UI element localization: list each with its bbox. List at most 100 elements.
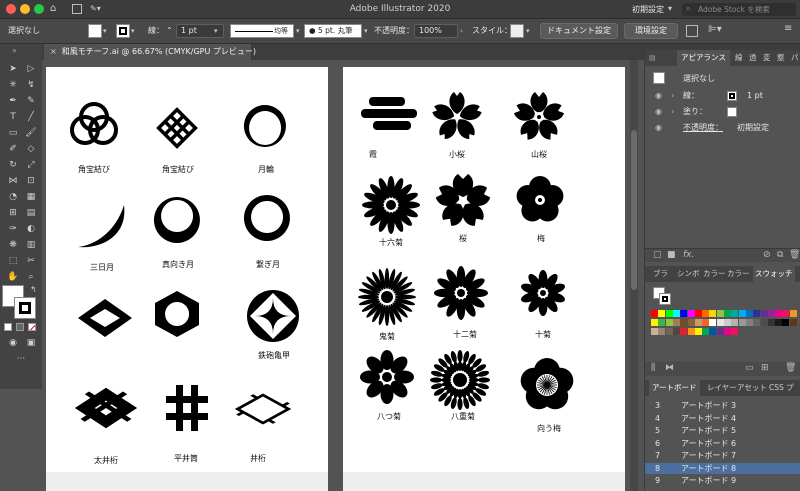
perspective-grid-tool-icon[interactable]: ▦ xyxy=(24,191,38,204)
tab-brushes[interactable]: ブラ xyxy=(653,266,668,282)
swatch-chip[interactable] xyxy=(687,310,695,317)
swatch-chip[interactable] xyxy=(702,328,710,335)
appearance-fill-row[interactable]: ◉ › 塗り： xyxy=(645,104,800,119)
draw-mode-icon[interactable]: ◉ xyxy=(6,337,20,350)
swatch-chip[interactable] xyxy=(702,319,710,326)
swatch-chip[interactable] xyxy=(709,310,717,317)
eye-icon[interactable]: ◉ xyxy=(655,104,662,119)
swatch-chip[interactable] xyxy=(694,319,702,326)
panel-menu-icon[interactable]: ≡ xyxy=(784,23,792,34)
stroke-row-value[interactable]: 1 pt xyxy=(747,88,763,103)
document-setup-button[interactable]: ドキュメント設定 xyxy=(540,23,618,39)
style-chevron-icon[interactable]: ▾ xyxy=(526,27,530,35)
swatch-chip[interactable] xyxy=(658,328,666,335)
tab-artboards[interactable]: アートボード xyxy=(649,380,700,396)
stock-search-input[interactable]: Adobe Stock を検索 xyxy=(682,3,796,16)
rectangle-tool-icon[interactable]: ▭ xyxy=(6,127,20,140)
eye-icon[interactable]: ◉ xyxy=(655,120,662,135)
fill-row-swatch[interactable] xyxy=(727,107,737,117)
tab-transparency[interactable]: 透 xyxy=(749,50,757,66)
library-icon[interactable]: ⫼ xyxy=(651,363,655,373)
width-tool-icon[interactable]: ⋈ xyxy=(6,175,20,188)
line-tool-icon[interactable]: ╱ xyxy=(24,111,38,124)
swatch-chip[interactable] xyxy=(680,319,688,326)
swatch-chip[interactable] xyxy=(672,310,680,317)
swatch-chip[interactable] xyxy=(782,319,790,326)
rotate-tool-icon[interactable]: ↻ xyxy=(6,159,20,172)
eye-icon[interactable]: ◉ xyxy=(655,88,662,103)
swatch-chip[interactable] xyxy=(760,310,768,317)
tab-color-guide[interactable]: カラー xyxy=(727,266,750,282)
artboard-list-row[interactable]: 6 アートボード 6 xyxy=(645,438,800,449)
tab-pathfinder[interactable]: パ xyxy=(791,50,799,66)
opacity-row-label[interactable]: 不透明度： xyxy=(683,120,723,135)
swatch-chip[interactable] xyxy=(745,310,753,317)
swatch-chip[interactable] xyxy=(672,319,680,326)
screen-mode-icon[interactable]: ▣ xyxy=(24,337,38,350)
swatch-chip[interactable] xyxy=(680,328,688,335)
tab-symbols[interactable]: シンボ xyxy=(677,266,700,282)
swatch-chip[interactable] xyxy=(651,310,658,317)
mesh-tool-icon[interactable]: ⊞ xyxy=(6,207,20,220)
swatch-chip[interactable] xyxy=(731,319,739,326)
new-fill-icon[interactable]: ■ xyxy=(667,250,676,260)
minimize-window-button[interactable] xyxy=(20,4,30,14)
gradient-mode-icon[interactable] xyxy=(16,323,24,331)
swatch-chip[interactable] xyxy=(709,319,717,326)
eyedropper-tool-icon[interactable]: ✑ xyxy=(6,223,20,236)
expand-chevron-icon[interactable]: › xyxy=(671,104,674,119)
swatch-chip[interactable] xyxy=(731,310,739,317)
pen-tool-icon[interactable]: ✒ xyxy=(6,95,20,108)
tab-appearance[interactable]: アピアランス xyxy=(677,50,730,66)
close-tab-icon[interactable]: × xyxy=(50,47,57,56)
stroke-color-box[interactable] xyxy=(14,297,36,319)
home-icon[interactable]: ⌂ xyxy=(50,3,56,14)
artboard-list-row[interactable]: 9 アートボード 9 xyxy=(645,475,800,486)
swatch-chip[interactable] xyxy=(767,310,775,317)
curvature-tool-icon[interactable]: ✎ xyxy=(24,95,38,108)
swatch-chip[interactable] xyxy=(716,319,724,326)
stroke-swatch[interactable] xyxy=(116,24,130,38)
none-mode-icon[interactable] xyxy=(28,323,36,331)
swatch-chip[interactable] xyxy=(658,310,666,317)
appearance-opacity-row[interactable]: ◉ 不透明度： 初期設定 xyxy=(645,120,800,135)
swatch-chip[interactable] xyxy=(716,328,724,335)
paintbrush-tool-icon[interactable]: 🖌 xyxy=(24,127,38,140)
selection-tool-icon[interactable]: ➤ xyxy=(6,63,20,76)
lasso-tool-icon[interactable]: ↯ xyxy=(24,79,38,92)
appearance-stroke-row[interactable]: ◉ › 線： 1 pt xyxy=(645,88,800,103)
swatch-chip[interactable] xyxy=(753,310,761,317)
swatch-chip[interactable] xyxy=(738,319,746,326)
shaper-tool-icon[interactable]: ✐ xyxy=(6,143,20,156)
stroke-weight-chevron-icon[interactable]: ▾ xyxy=(214,27,218,35)
swatch-chip[interactable] xyxy=(789,310,797,317)
brush-chevron-icon[interactable]: ▾ xyxy=(364,27,368,35)
swatch-chip[interactable] xyxy=(731,328,739,335)
swatch-chip[interactable] xyxy=(651,319,658,326)
stroke-row-swatch[interactable] xyxy=(727,91,737,101)
free-transform-tool-icon[interactable]: ⊡ xyxy=(24,175,38,188)
swatch-chip[interactable] xyxy=(687,328,695,335)
vertical-scrollbar[interactable] xyxy=(630,60,638,491)
tab-swatches[interactable]: スウォッチ xyxy=(753,266,795,282)
artboard-2[interactable]: 霞 小桜 山桜 十六菊 桜 梅 鬼菊 十二菊 十菊 八つ菊 八重菊 向う梅 xyxy=(343,67,625,472)
swatch-chip[interactable] xyxy=(694,310,702,317)
swatch-chip[interactable] xyxy=(789,319,797,326)
artboard-list-row[interactable]: 4 アートボード 4 xyxy=(645,413,800,424)
new-swatch-icon[interactable]: ⊞ xyxy=(761,363,769,373)
tab-align[interactable]: 整 xyxy=(777,50,785,66)
hand-tool-icon[interactable]: ✋ xyxy=(6,271,20,284)
arrange-documents-icon[interactable] xyxy=(686,25,698,37)
zoom-tool-icon[interactable]: ⌕ xyxy=(24,271,38,284)
swatch-chip[interactable] xyxy=(665,319,673,326)
fx-button[interactable]: fx. xyxy=(683,250,694,260)
opacity-field[interactable]: 100% xyxy=(414,24,458,38)
show-kinds-icon[interactable]: ⧓ xyxy=(665,363,674,373)
swatch-chip[interactable] xyxy=(775,319,783,326)
eraser-tool-icon[interactable]: ◇ xyxy=(24,143,38,156)
swatch-chip[interactable] xyxy=(724,328,731,335)
fill-chevron-icon[interactable]: ▾ xyxy=(103,27,107,35)
swatch-chip[interactable] xyxy=(775,310,783,317)
swatch-chip[interactable] xyxy=(651,328,658,335)
opacity-chevron-icon[interactable]: › xyxy=(460,27,463,35)
